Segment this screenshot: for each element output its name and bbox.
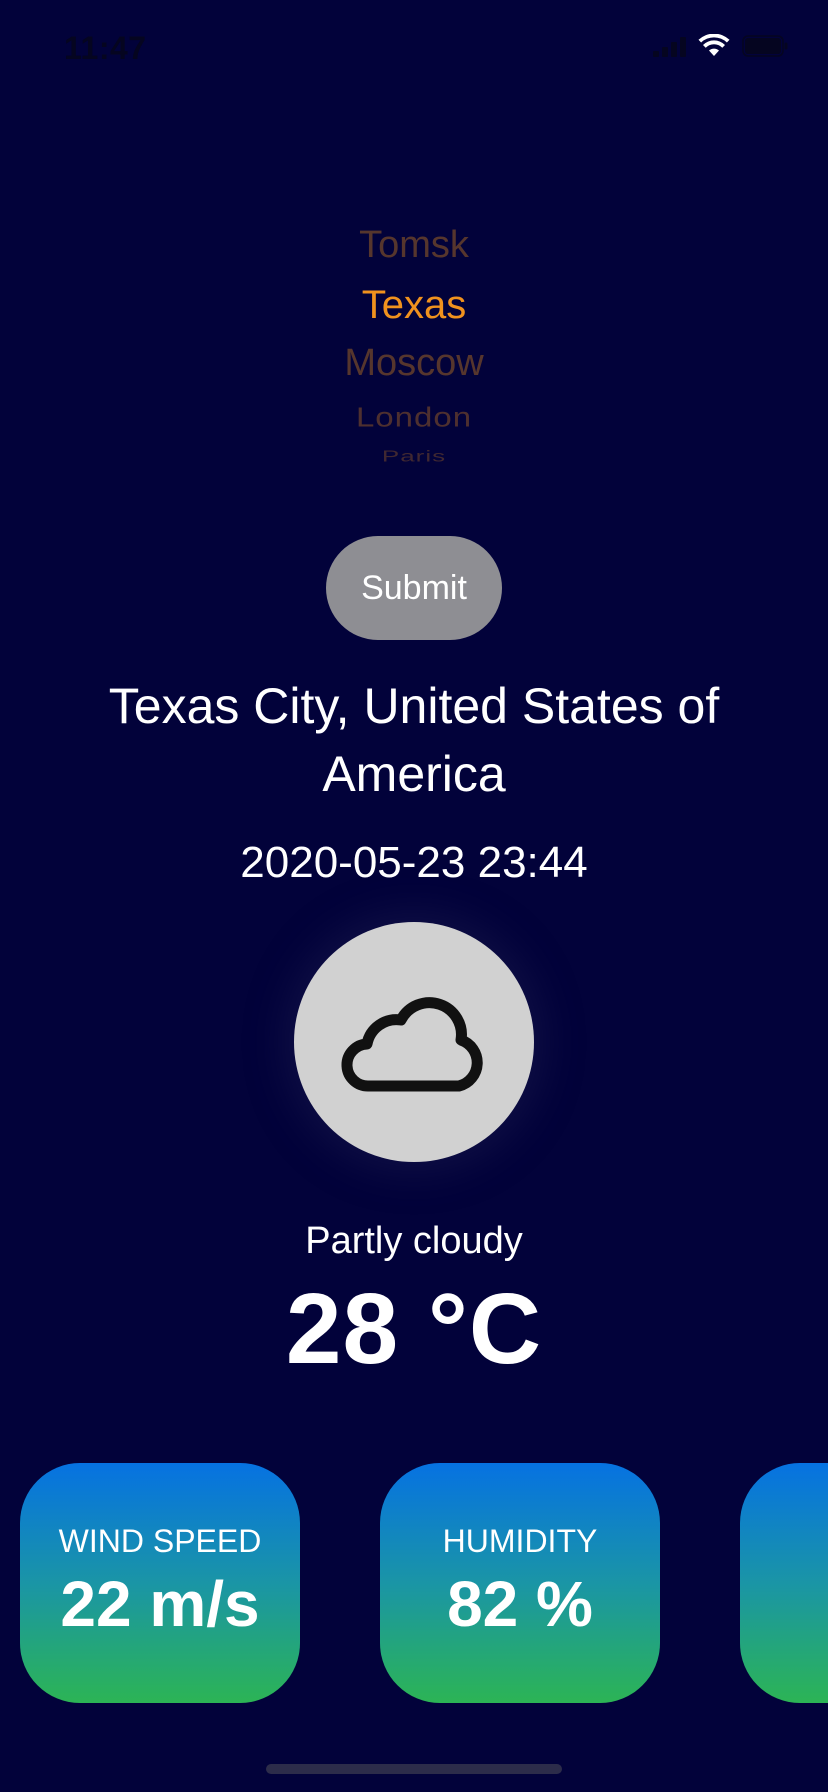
home-indicator[interactable] — [266, 1764, 562, 1774]
status-time: 11:47 — [64, 30, 147, 66]
picker-item[interactable]: Tomsk — [0, 224, 828, 267]
picker-item[interactable]: London — [0, 401, 828, 433]
status-icons — [653, 34, 788, 58]
weather-icon-circle — [294, 922, 534, 1162]
cloud-icon — [341, 997, 483, 1092]
status-bar: 11:47 — [0, 0, 828, 100]
location-label: Texas City, United States of America — [108, 678, 720, 802]
weather-condition: Partly cloudy — [305, 1220, 523, 1262]
temperature: 28 °C — [285, 1273, 543, 1385]
datetime-label: 2020-05-23 23:44 — [240, 838, 588, 887]
submit-button[interactable]: Submit — [326, 536, 502, 640]
card-title: WIND SPEED — [58, 1523, 262, 1559]
picker-item[interactable]: Moscow — [0, 342, 828, 385]
humidity-card[interactable]: HUMIDITY 82 % — [380, 1463, 660, 1703]
picker-item-selected[interactable]: Texas — [0, 283, 828, 328]
card-value: 3 — [740, 1567, 828, 1641]
wind-speed-card[interactable]: WIND SPEED 22 m/s — [20, 1463, 300, 1703]
city-picker[interactable]: Tomsk Texas Moscow London Paris — [0, 210, 828, 470]
cellular-signal-icon — [653, 35, 686, 57]
battery-icon — [742, 35, 788, 57]
card-value: 82 % — [447, 1568, 593, 1640]
card-title: FE — [740, 1523, 828, 1560]
info-cards-scroller[interactable]: WIND SPEED 22 m/s HUMIDITY 82 % FE 3 — [0, 1463, 828, 1703]
picker-item[interactable]: Paris — [0, 447, 828, 466]
wifi-icon — [698, 34, 730, 56]
card-value: 22 m/s — [60, 1568, 260, 1640]
feels-like-card[interactable]: FE 3 — [740, 1463, 828, 1703]
card-title: HUMIDITY — [442, 1523, 598, 1559]
